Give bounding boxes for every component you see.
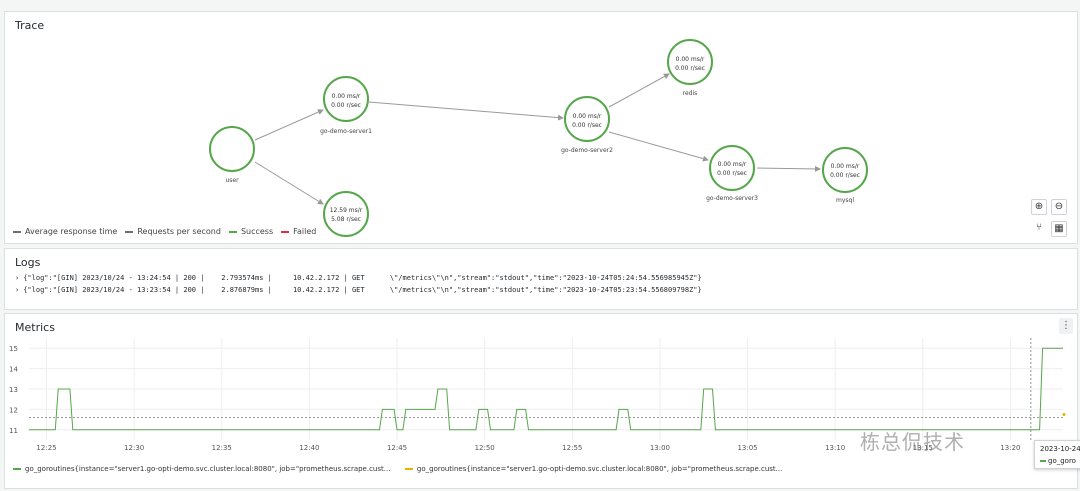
layout-button[interactable]: ⑂ — [1031, 221, 1047, 237]
trace-graph: user 0.00 ms/r 0.00 r/sec go-demo-server… — [209, 39, 868, 237]
legend-requests-per-second[interactable]: Requests per second — [125, 227, 221, 236]
grid-icon: ▦ — [1054, 223, 1064, 234]
x-tick-label: 13:20 — [1000, 444, 1020, 452]
trace-panel: Trace user 0.00 ms/r 0.00 r/sec go-demo-… — [4, 11, 1078, 244]
logs-panel-title: Logs — [15, 256, 41, 269]
metrics-panel: Metrics ⋮ 11 12 13 14 15 12:25 12:30 12:35 12:40… — [4, 313, 1078, 489]
node-server3-latency: 0.00 ms/r — [718, 161, 747, 168]
legend-series-1[interactable]: go_goroutines{instance="server1.go-opti-… — [13, 465, 390, 473]
node-server1b-rate: 5.08 r/sec — [331, 216, 361, 223]
node-server1-latency: 0.00 ms/r — [332, 93, 361, 100]
node-mysql[interactable]: 0.00 ms/r 0.00 r/sec mysql — [822, 147, 868, 204]
x-tick-label: 13:00 — [650, 444, 670, 452]
node-redis-rate: 0.00 r/sec — [675, 65, 705, 72]
legend-series-2[interactable]: go_goroutines{instance="server1.go-opti-… — [404, 465, 782, 473]
series-2-point — [1062, 413, 1066, 417]
metrics-chart[interactable]: 11 12 13 14 15 12:25 12:30 12:35 12:40 12:45 12:50… — [5, 334, 1079, 484]
y-tick-label: 14 — [9, 366, 18, 374]
branch-icon: ⑂ — [1036, 222, 1042, 233]
legend-success[interactable]: Success — [228, 227, 273, 236]
kebab-menu-icon: ⋮ — [1061, 320, 1071, 331]
chevron-right-icon[interactable]: › — [15, 274, 19, 282]
node-user-label: user — [225, 177, 239, 184]
edge-user-server1 — [254, 109, 324, 141]
node-server1-label: go-demo-server1 — [320, 128, 372, 135]
node-server1b-latency: 12.59 ms/r — [330, 207, 363, 214]
log-row[interactable]: › {"log":"[GIN] 2023/10/24 - 13:24:54 | 2… — [15, 274, 702, 282]
node-mysql-label: mysql — [836, 197, 854, 204]
zoom-in-button[interactable]: ⊕ — [1031, 199, 1047, 215]
y-tick-label: 13 — [9, 386, 18, 394]
x-tick-label: 13:10 — [825, 444, 845, 452]
x-tick-label: 12:50 — [475, 444, 495, 452]
node-redis[interactable]: 0.00 ms/r 0.00 r/sec redis — [667, 39, 713, 97]
chart-tooltip: 2023-10-24 go_goro — [1034, 440, 1080, 469]
x-tick-label: 12:25 — [36, 444, 56, 452]
node-user[interactable]: user — [209, 126, 255, 184]
node-server2-latency: 0.00 ms/r — [573, 113, 602, 120]
grid-view-button[interactable]: ▦ — [1051, 221, 1067, 237]
node-server3-label: go-demo-server3 — [706, 195, 758, 202]
legend-failed[interactable]: Failed — [281, 227, 316, 236]
node-go-demo-server1[interactable]: 0.00 ms/r 0.00 r/sec go-demo-server1 — [320, 76, 372, 135]
x-tick-label: 12:45 — [387, 444, 407, 452]
log-row[interactable]: › {"log":"[GIN] 2023/10/24 - 13:23:54 | 2… — [15, 286, 702, 294]
panel-menu-button[interactable]: ⋮ — [1059, 318, 1073, 334]
trace-legend: Average response time Requests per secon… — [13, 227, 316, 236]
node-go-demo-server1-b[interactable]: 12.59 ms/r 5.08 r/sec — [323, 191, 369, 237]
edge-user-server1b — [254, 161, 324, 205]
legend-avg-response-time[interactable]: Average response time — [13, 227, 117, 236]
metrics-panel-title: Metrics — [15, 321, 55, 334]
tooltip-time: 2023-10-24 — [1040, 445, 1080, 453]
zoom-out-icon: ⊖ — [1054, 201, 1064, 212]
logs-panel: Logs › {"log":"[GIN] 2023/10/24 - 13:24:5… — [4, 248, 1078, 310]
node-server2-label: go-demo-server2 — [561, 147, 613, 154]
x-tick-label: 12:30 — [124, 444, 144, 452]
metrics-legend: go_goroutines{instance="server1.go-opti-… — [13, 465, 782, 473]
node-redis-label: redis — [683, 90, 698, 97]
node-server3-rate: 0.00 r/sec — [717, 170, 747, 177]
zoom-in-icon: ⊕ — [1034, 201, 1044, 212]
y-tick-label: 15 — [9, 345, 18, 353]
edge-server3-mysql — [756, 165, 821, 172]
x-tick-label: 12:35 — [212, 444, 232, 452]
edge-server1-server2 — [368, 101, 564, 121]
x-tick-label: 12:40 — [299, 444, 319, 452]
y-tick-label: 11 — [9, 427, 18, 435]
node-mysql-rate: 0.00 r/sec — [830, 172, 860, 179]
y-tick-label: 12 — [9, 406, 18, 414]
edge-server2-redis — [608, 73, 670, 108]
tooltip-series: go_goro — [1048, 457, 1076, 465]
edge-server2-server3 — [608, 131, 709, 162]
node-go-demo-server3[interactable]: 0.00 ms/r 0.00 r/sec go-demo-server3 — [706, 145, 758, 202]
node-go-demo-server2[interactable]: 0.00 ms/r 0.00 r/sec go-demo-server2 — [561, 96, 613, 154]
x-tick-label: 12:55 — [562, 444, 582, 452]
watermark-text: 栋总侃技术 — [860, 430, 965, 454]
x-tick-label: 13:05 — [737, 444, 757, 452]
chevron-right-icon[interactable]: › — [15, 286, 19, 294]
node-server2-rate: 0.00 r/sec — [572, 122, 602, 129]
node-mysql-latency: 0.00 ms/r — [831, 163, 860, 170]
node-server1-rate: 0.00 r/sec — [331, 102, 361, 109]
node-redis-latency: 0.00 ms/r — [676, 56, 705, 63]
zoom-out-button[interactable]: ⊖ — [1051, 199, 1067, 215]
